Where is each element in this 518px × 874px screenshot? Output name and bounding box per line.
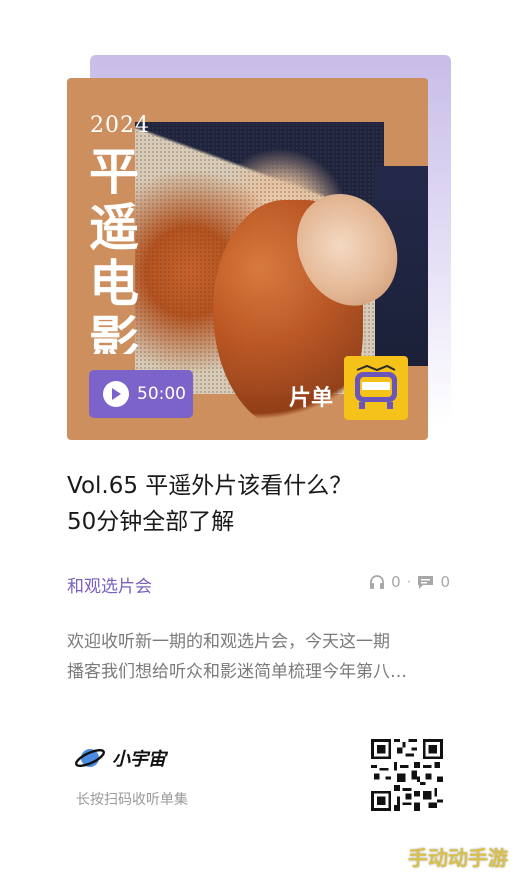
share-card: 2024 平遥电影展 50:00 片单 Vol.65 平遥外片该看什么？ 50分… bbox=[0, 0, 518, 874]
channel-name[interactable]: 和观选片会 bbox=[67, 572, 152, 597]
play-icon bbox=[103, 381, 129, 407]
tv-icon bbox=[344, 356, 408, 420]
description-line2: 播客我们想给听众和影迷简单梳理今年第八… bbox=[67, 662, 407, 682]
stats-separator: · bbox=[406, 573, 412, 591]
site-watermark: 手动动手游 bbox=[408, 846, 508, 870]
cover-vertical-title: 平遥电影展 bbox=[89, 144, 139, 354]
brand-name: 小宇宙 bbox=[112, 749, 166, 770]
cover-year: 2024 bbox=[90, 113, 150, 138]
cover-photo bbox=[135, 122, 428, 430]
episode-title: Vol.65 平遥外片该看什么？ 50分钟全部了解 bbox=[67, 468, 467, 540]
listen-count: 0 bbox=[391, 573, 401, 591]
planet-icon bbox=[75, 749, 105, 767]
qr-code[interactable] bbox=[371, 739, 443, 811]
episode-title-line1: Vol.65 平遥外片该看什么？ bbox=[67, 473, 353, 499]
episode-stats: 0 · 0 bbox=[369, 573, 450, 591]
cover-pian-label: 片单 bbox=[289, 386, 334, 411]
episode-duration: 50:00 bbox=[137, 384, 186, 404]
episode-description: 欢迎收听新一期的和观选片会，今天这一期 播客我们想给听众和影迷简单梳理今年第八… bbox=[67, 627, 452, 687]
description-line1: 欢迎收听新一期的和观选片会，今天这一期 bbox=[67, 632, 390, 652]
scan-hint: 长按扫码收听单集 bbox=[76, 792, 188, 808]
comment-count: 0 bbox=[440, 573, 450, 591]
brand: 小宇宙 bbox=[74, 743, 166, 773]
comment-icon bbox=[418, 576, 434, 589]
episode-title-line2: 50分钟全部了解 bbox=[67, 509, 235, 535]
podcast-cover[interactable]: 2024 平遥电影展 50:00 片单 bbox=[67, 78, 428, 440]
play-button[interactable]: 50:00 bbox=[89, 370, 193, 418]
headphones-icon bbox=[370, 575, 385, 589]
